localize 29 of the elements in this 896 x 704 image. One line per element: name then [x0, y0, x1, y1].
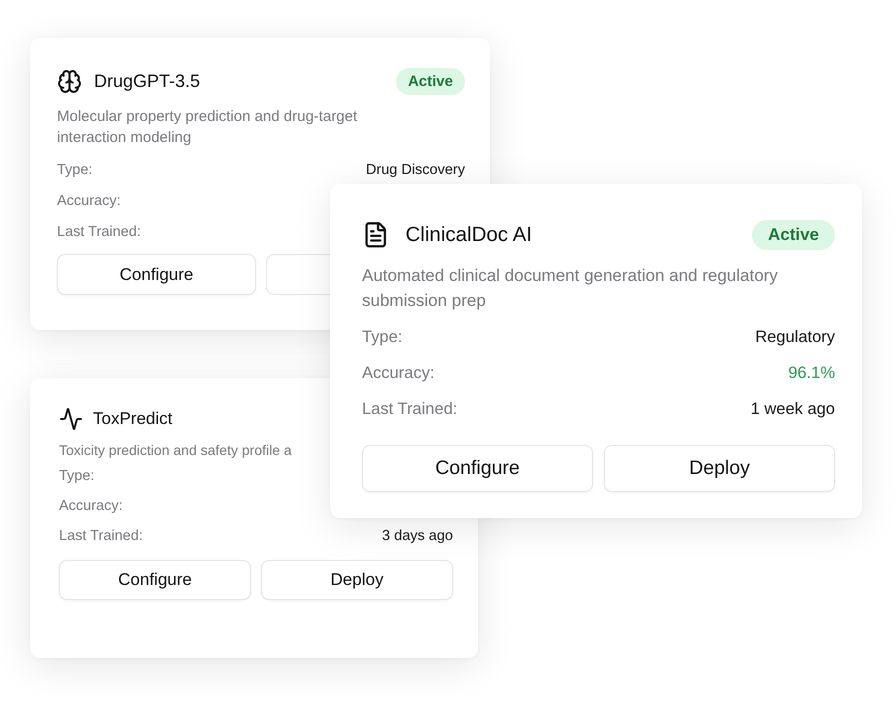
- field-label: Last Trained:: [57, 224, 141, 240]
- field-label: Accuracy:: [57, 192, 121, 208]
- field-label: Type:: [57, 162, 92, 178]
- deploy-button[interactable]: Deploy: [604, 445, 835, 492]
- brain-icon: [57, 68, 82, 94]
- model-description: Toxicity prediction and safety profile a: [59, 441, 293, 460]
- field-label: Accuracy:: [59, 498, 123, 514]
- field-value: Drug Discovery: [366, 162, 465, 178]
- field-label: Last Trained:: [362, 400, 458, 418]
- field-value: Regulatory: [755, 328, 835, 346]
- configure-button[interactable]: Configure: [362, 445, 593, 492]
- configure-button[interactable]: Configure: [57, 254, 256, 295]
- field-label: Type:: [59, 468, 94, 484]
- model-title: ClinicalDoc AI: [406, 223, 532, 247]
- model-title: DrugGPT-3.5: [94, 70, 200, 92]
- configure-button[interactable]: Configure: [59, 560, 251, 600]
- field-value: 3 days ago: [382, 528, 453, 544]
- field-value: 96.1%: [788, 364, 835, 382]
- status-badge: Active: [752, 220, 835, 250]
- status-badge: Active: [396, 68, 465, 94]
- model-description: Molecular property prediction and drug-target interaction modeling: [57, 107, 358, 148]
- field-label: Accuracy:: [362, 364, 434, 382]
- pulse-icon: [59, 407, 83, 431]
- model-title: ToxPredict: [93, 409, 172, 429]
- field-value: 1 week ago: [750, 400, 835, 418]
- model-description: Automated clinical document generation and regulatory submission prep: [362, 265, 779, 312]
- deploy-button[interactable]: Deploy: [261, 560, 453, 600]
- field-label: Last Trained:: [59, 528, 143, 544]
- field-label: Type:: [362, 328, 402, 346]
